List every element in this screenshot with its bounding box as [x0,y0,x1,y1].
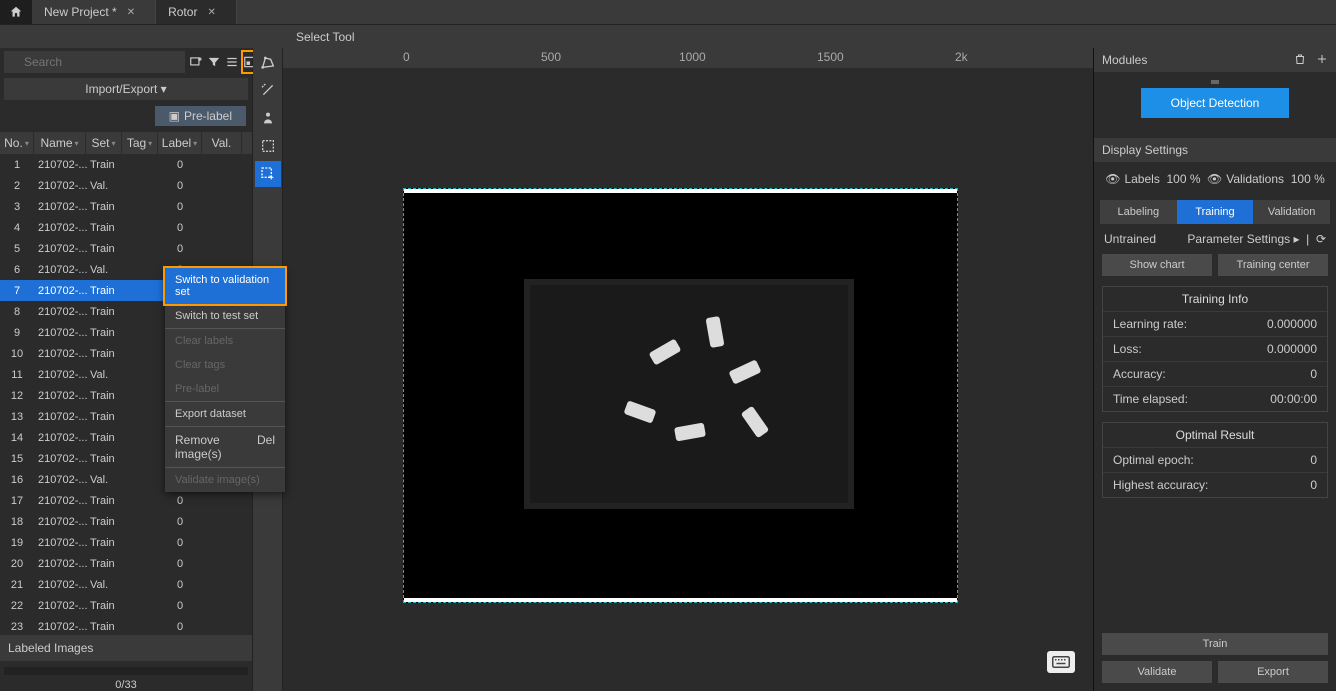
close-icon[interactable]: ✕ [127,7,135,18]
table-row[interactable]: 22210702-...Train0 [0,595,252,616]
menu-switch-test[interactable]: Switch to test set [165,304,285,328]
tab-label: New Project * [44,5,117,19]
parameter-settings-link[interactable]: Parameter Settings ▸ [1187,232,1299,246]
person-tool-icon[interactable] [255,105,281,131]
training-status: Untrained [1104,232,1156,246]
menu-validate-images: Validate image(s) [165,468,285,492]
table-row[interactable]: 20210702-...Train0 [0,553,252,574]
validate-button[interactable]: Validate [1102,661,1212,683]
image-preview[interactable] [403,188,958,603]
filter-icon[interactable] [207,52,221,72]
training-info-title: Training Info [1103,287,1327,311]
menu-clear-tags: Clear tags [165,353,285,377]
show-chart-button[interactable]: Show chart [1102,254,1212,276]
ruler-horizontal: 0 500 1000 1500 2k [283,48,1093,68]
modules-title: Modules [1102,53,1147,67]
object-detection-module[interactable]: Object Detection [1141,88,1290,118]
refresh-icon[interactable]: ⟳ [1316,232,1326,246]
train-button[interactable]: Train [1102,633,1328,655]
select-tool-icon[interactable] [255,161,281,187]
row-context-menu: Switch to validation set Switch to test … [165,268,285,492]
grid-header: No.▾ Name▾ Set▾ Tag▾ Label▾ Val. [0,132,252,154]
add-image-icon[interactable] [189,52,203,72]
export-button[interactable]: Export [1218,661,1328,683]
polygon-tool-icon[interactable] [255,49,281,75]
menu-remove-images[interactable]: Remove image(s)Del [165,427,285,467]
tab-new-project[interactable]: New Project * ✕ [32,0,156,24]
progress-text: 0/33 [0,679,252,691]
optimal-result-title: Optimal Result [1103,423,1327,447]
table-row[interactable]: 4210702-...Train0 [0,217,252,238]
progress-bar [4,667,248,675]
tab-validation[interactable]: Validation [1253,200,1330,224]
table-row[interactable]: 18210702-...Train0 [0,511,252,532]
table-row[interactable]: 2210702-...Val.0 [0,175,252,196]
canvas[interactable] [283,68,1093,691]
tab-rotor[interactable]: Rotor ✕ [156,0,237,24]
menu-switch-validation[interactable]: Switch to validation set [165,268,285,304]
tab-label: Rotor [168,5,197,19]
table-row[interactable]: 21210702-...Val.0 [0,574,252,595]
tab-training[interactable]: Training [1177,200,1254,224]
display-settings-header: Display Settings [1094,138,1336,162]
table-row[interactable]: 19210702-...Train0 [0,532,252,553]
keyboard-icon[interactable] [1047,651,1075,673]
import-export-dropdown[interactable]: Import/Export ▾ [4,78,248,100]
tab-labeling[interactable]: Labeling [1100,200,1177,224]
menu-export-dataset[interactable]: Export dataset [165,402,285,426]
magic-wand-icon[interactable] [255,77,281,103]
validations-visibility[interactable]: 👁Validations 100 % [1207,172,1325,186]
labels-visibility[interactable]: 👁Labels 100 % [1105,172,1200,186]
add-module-icon[interactable] [1316,53,1328,68]
training-center-button[interactable]: Training center [1218,254,1328,276]
search-input[interactable] [4,51,185,73]
list-view-icon[interactable] [225,52,239,72]
prelabel-button[interactable]: ▣Pre-label [155,106,246,126]
table-row[interactable]: 23210702-...Train0 [0,616,252,635]
menu-prelabel: Pre-label [165,377,285,401]
table-row[interactable]: 5210702-...Train0 [0,238,252,259]
select-tool-label: Select Tool [288,25,1336,48]
marquee-tool-icon[interactable] [255,133,281,159]
table-row[interactable]: 17210702-...Train0 [0,490,252,511]
table-row[interactable]: 3210702-...Train0 [0,196,252,217]
delete-module-icon[interactable] [1294,53,1306,68]
close-icon[interactable]: ✕ [207,7,215,18]
home-button[interactable] [0,0,32,24]
labeled-images-label: Labeled Images [0,635,252,661]
table-row[interactable]: 1210702-...Train0 [0,154,252,175]
menu-clear-labels: Clear labels [165,329,285,353]
